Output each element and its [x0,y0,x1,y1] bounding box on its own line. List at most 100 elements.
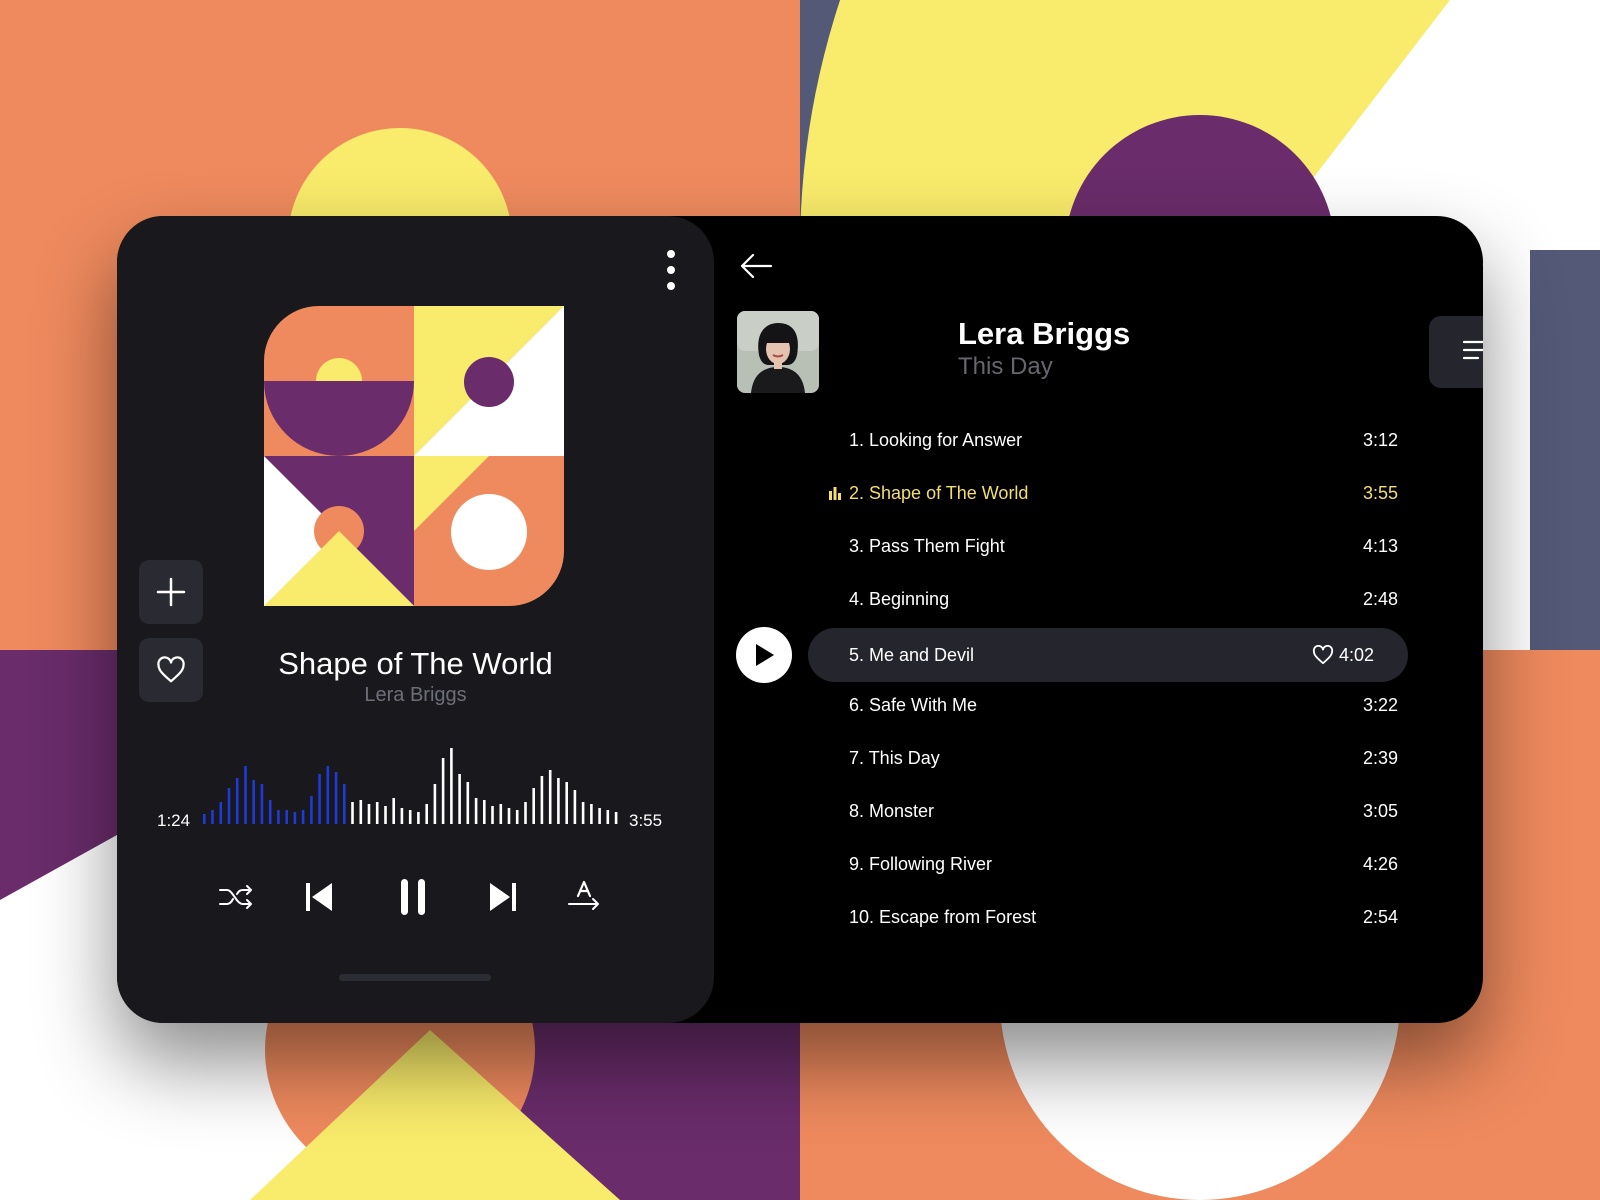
waveform-bar [227,788,231,824]
waveform-bar [277,810,280,824]
artist-photo [737,311,819,393]
waveform-bar [417,812,420,824]
track-name: 2. Shape of The World [849,482,1029,503]
shuffle-icon [219,885,252,909]
waveform-bar [343,784,346,824]
waveform-bar [590,804,593,824]
waveform-bar [260,784,264,824]
waveform-bar [326,766,330,824]
waveform-bar [235,778,239,824]
now-playing-title: Shape of The World [278,646,553,681]
back-button[interactable] [736,246,776,286]
track-duration: 3:12 [1362,429,1398,450]
track-duration: 4:02 [1338,644,1374,665]
previous-track-button[interactable] [298,876,340,918]
track-row[interactable]: 9. Following River 4:26 [822,837,1432,891]
waveform-bar [466,782,470,824]
waveform-bar [499,804,503,824]
waveform-bar [244,766,247,824]
track-name: 7. This Day [849,747,940,768]
heart-icon[interactable] [1312,645,1334,665]
waveform-bar [334,772,338,824]
waveform-bar [581,802,585,824]
waveform-bar [384,806,387,824]
waveform-bar [598,808,601,824]
now-playing-panel: Shape of The World Lera Briggs 1:24 3:55 [117,216,714,1023]
plus-icon [156,577,186,607]
track-duration: 2:48 [1362,588,1398,609]
elapsed-time: 1:24 [157,811,191,830]
track-duration: 3:05 [1362,800,1398,821]
track-duration: 4:26 [1362,853,1398,874]
track-row[interactable]: 6. Safe With Me 3:22 [822,678,1432,732]
waveform-bar [359,800,363,824]
waveform-bar [614,812,618,824]
skip-previous-icon [306,883,332,911]
waveform-bar [606,810,610,824]
track-name: 10. Escape from Forest [849,906,1037,927]
waveform-bar [252,780,255,824]
waveform-bar [458,774,461,824]
music-player-card: Shape of The World Lera Briggs 1:24 3:55 [117,216,1483,1023]
waveform-bar [532,788,535,824]
waveform-bar [507,808,511,824]
waveform-bar [450,748,453,824]
more-options-icon[interactable] [659,250,683,290]
waveform-bar [219,802,223,824]
waveform-bar [557,778,560,824]
text-direction-button[interactable] [561,872,607,918]
next-track-button[interactable] [482,876,524,918]
waveform-bar [548,770,552,824]
waveform-bar [540,776,544,824]
total-duration: 3:55 [629,811,663,830]
waveform-bar [483,800,486,824]
now-playing-artist: Lera Briggs [364,684,467,706]
track-row[interactable]: 7. This Day 2:39 [822,731,1432,785]
waveform-bar [285,810,288,824]
text-direction-icon [568,880,599,910]
track-row[interactable]: 3. Pass Them Fight 4:13 [822,519,1432,573]
waveform-bar [351,802,354,824]
arrow-left-icon [740,253,773,279]
track-name: 5. Me and Devil [849,644,975,665]
search-button[interactable] [1476,247,1483,287]
waveform-bar [408,810,412,824]
track-row[interactable]: 10. Escape from Forest 2:54 [822,890,1432,944]
waveform-seek-bar[interactable] [201,736,621,826]
track-row-now-playing[interactable]: 2. Shape of The World 3:55 [822,466,1432,520]
track-name: 3. Pass Them Fight [849,535,1005,556]
playlist-music-icon [1462,340,1483,360]
waveform-bar [211,810,214,824]
queue-button[interactable] [1429,316,1483,388]
track-row[interactable]: 8. Monster 3:05 [822,784,1432,838]
shuffle-button[interactable] [215,876,257,918]
waveform-bar [573,790,577,824]
waveform-bar [515,810,519,824]
waveform-bar [268,800,272,824]
waveform-bar [293,812,297,824]
home-indicator [339,974,491,981]
track-duration: 3:22 [1362,694,1398,715]
track-duration: 3:55 [1362,482,1398,503]
waveform-bar [375,802,379,824]
track-name: 4. Beginning [849,588,950,609]
waveform-bar [524,802,527,824]
play-icon [756,644,774,666]
equalizer-icon [829,487,841,500]
waveform-bar [400,808,404,824]
waveform-bar [491,806,494,824]
waveform-bar [318,774,321,824]
waveform-bar [301,810,305,824]
search-icon [1482,263,1483,267]
album-panel: Lera Briggs This Day 1. Looking for Answ… [714,216,1483,1023]
track-row[interactable]: 1. Looking for Answer 3:12 [822,413,1432,467]
add-to-playlist-button[interactable] [139,560,203,624]
play-track-button[interactable] [736,627,792,683]
track-row-selected[interactable]: 5. Me and Devil 4:02 [808,628,1408,682]
waveform-bar [367,804,371,824]
track-row[interactable]: 4. Beginning 2:48 [822,572,1432,626]
waveform-bar [392,798,395,824]
pause-button[interactable] [390,874,436,920]
waveform-bar [310,796,313,824]
track-duration: 2:54 [1362,906,1398,927]
